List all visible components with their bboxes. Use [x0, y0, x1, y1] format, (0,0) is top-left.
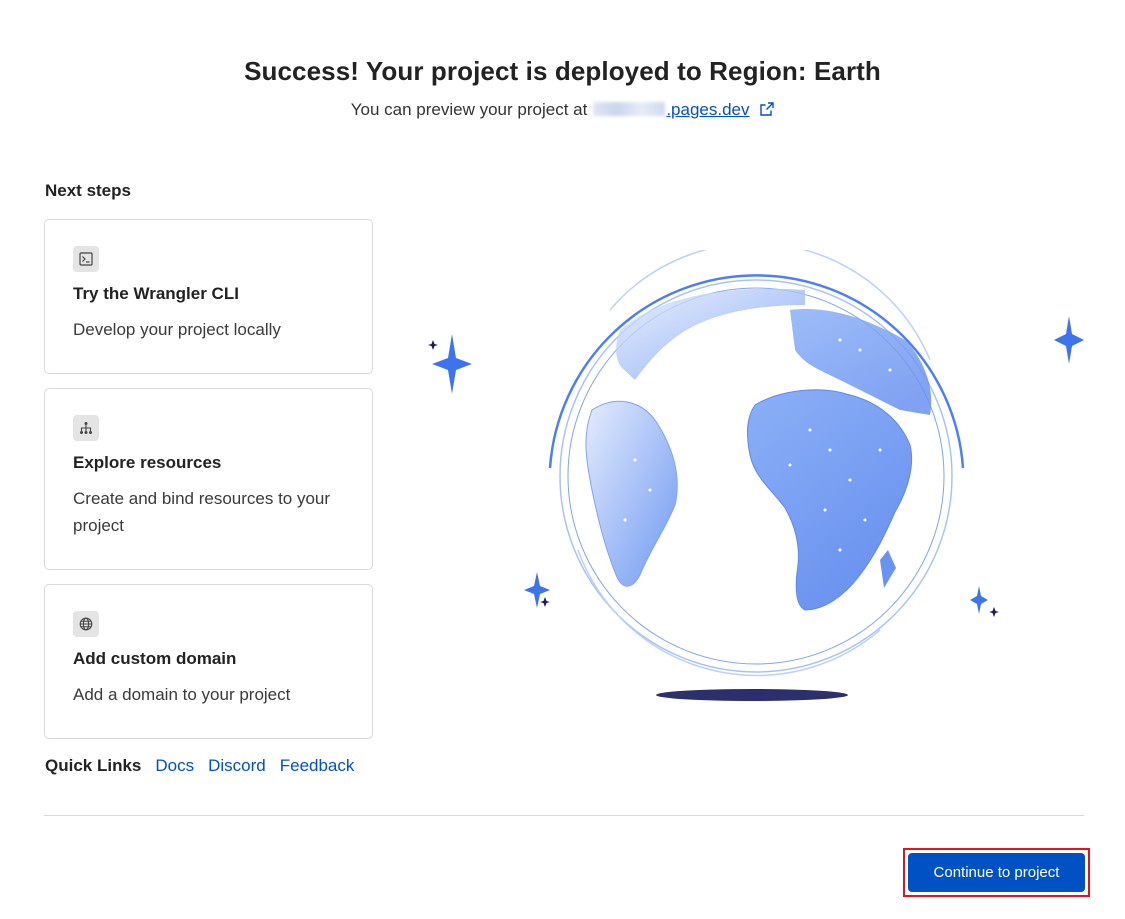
preview-link[interactable]: .pages.dev	[666, 100, 749, 119]
card-description: Create and bind resources to your projec…	[73, 489, 331, 535]
redacted-subdomain	[593, 102, 666, 116]
next-steps-heading: Next steps	[45, 181, 131, 200]
card-description: Add a domain to your project	[73, 685, 291, 704]
card-title: Explore resources	[73, 453, 222, 472]
hierarchy-icon	[73, 415, 99, 441]
quick-links: Quick Links Docs Discord Feedback	[45, 756, 354, 776]
deploy-success-page: Success! Your project is deployed to Reg…	[0, 0, 1125, 919]
discord-link[interactable]: Discord	[208, 756, 266, 776]
card-title: Add custom domain	[73, 649, 237, 668]
card-title: Try the Wrangler CLI	[73, 284, 239, 303]
footer-divider	[44, 815, 1084, 816]
card-wrangler-cli[interactable]: Try the Wrangler CLI Develop your projec…	[44, 219, 373, 374]
card-custom-domain[interactable]: Add custom domain Add a domain to your p…	[44, 584, 373, 739]
terminal-icon	[73, 246, 99, 272]
card-explore-resources[interactable]: Explore resources Create and bind resour…	[44, 388, 373, 570]
preview-prefix: You can preview your project at	[350, 100, 588, 119]
external-link-icon[interactable]	[760, 102, 774, 116]
page-title: Success! Your project is deployed to Reg…	[244, 56, 881, 86]
docs-link[interactable]: Docs	[155, 756, 194, 776]
preview-line: You can preview your project at .pages.de…	[0, 100, 1125, 120]
quick-links-label: Quick Links	[45, 756, 142, 775]
globe-icon	[73, 611, 99, 637]
card-description: Develop your project locally	[73, 320, 281, 339]
earth-globe-illustration	[428, 250, 1084, 701]
continue-to-project-button[interactable]: Continue to project	[908, 853, 1085, 892]
feedback-link[interactable]: Feedback	[280, 756, 355, 776]
